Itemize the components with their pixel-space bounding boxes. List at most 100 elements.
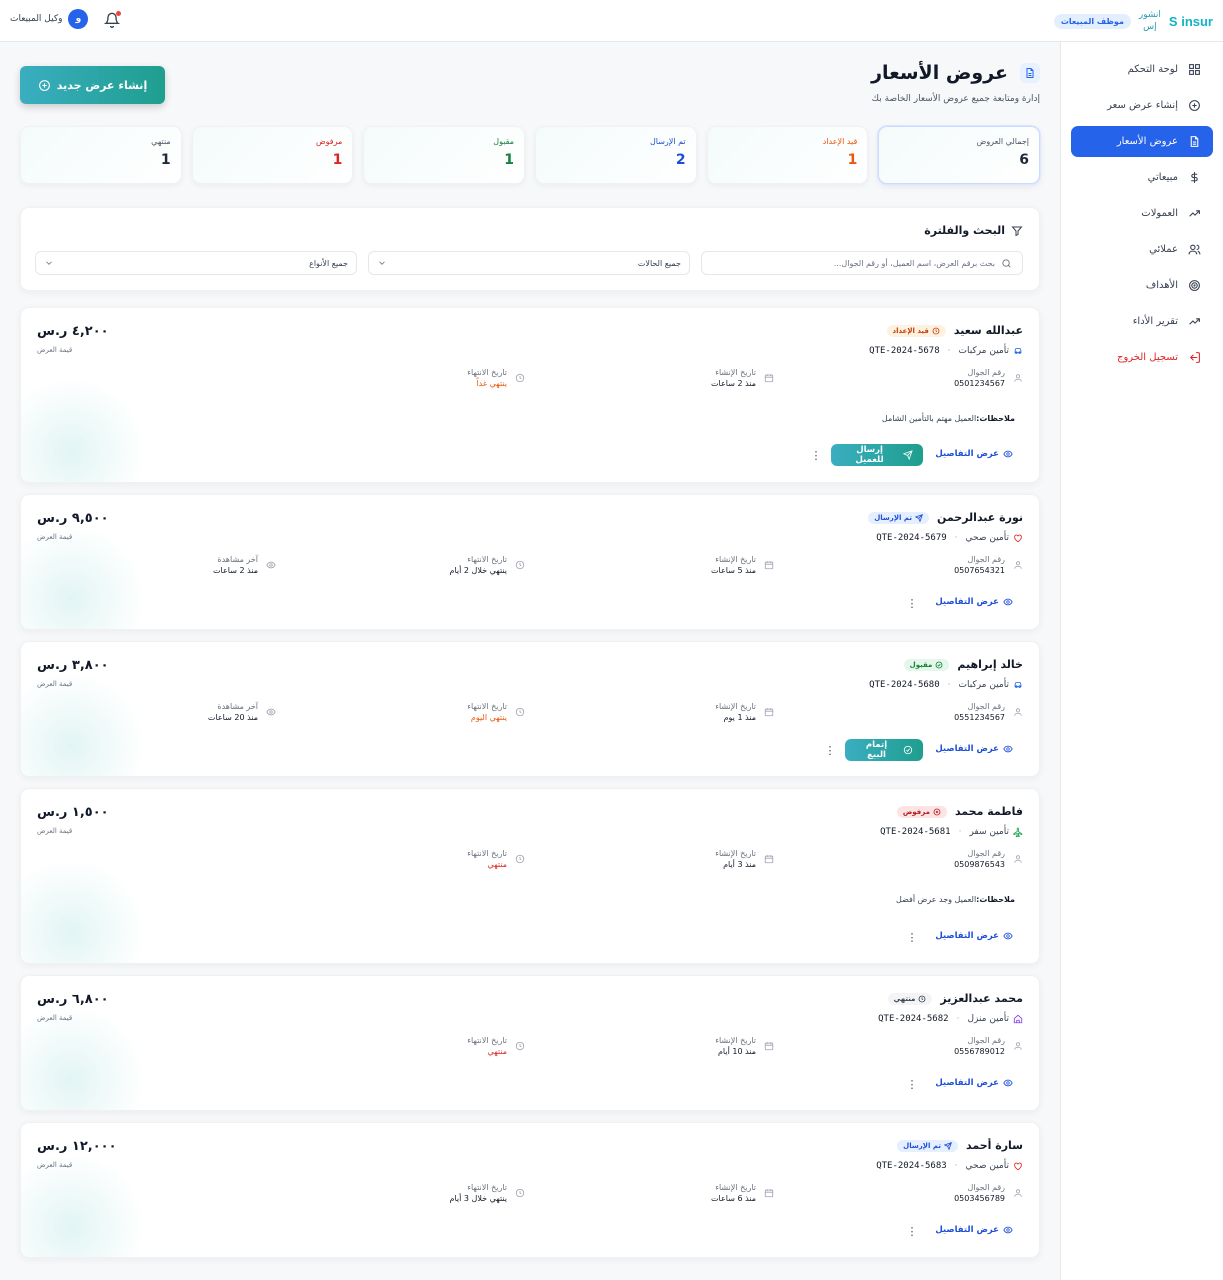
sidebar-item-clients[interactable]: عملائي <box>1071 234 1213 265</box>
quote-number: QTE-2024-5679 <box>876 533 947 543</box>
search-input[interactable]: بحث برقم العرض، اسم العميل، أو رقم الجوا… <box>701 251 1023 275</box>
sidebar-item-label: الأهداف <box>1145 280 1178 291</box>
sidebar-item-quotes[interactable]: عروض الأسعار <box>1071 126 1213 157</box>
calendar-icon <box>764 1042 774 1051</box>
view-details-button[interactable]: عرض التفاصيل <box>935 449 1013 459</box>
page-header: عروض الأسعار <box>871 62 1040 84</box>
viewed-label: آخر مشاهدة <box>217 555 258 564</box>
main-content: عروض الأسعار إدارة ومتابعة جميع عروض الأ… <box>0 42 1060 1280</box>
expires-label: تاريخ الانتهاء <box>467 849 507 858</box>
quote-header: نورة عبدالرحمن تم الإرسال <box>868 511 1023 524</box>
stat-card-preparing[interactable]: قيد الإعداد 1 <box>706 126 869 184</box>
expires-value: منتهي <box>487 1047 507 1056</box>
sidebar-item-commissions[interactable]: العمولات <box>1071 198 1213 229</box>
amount-label: قيمة العرض <box>37 1014 73 1022</box>
send-to-client-button[interactable]: إرسال للعميل <box>831 444 923 466</box>
status-text: تم الإرسال <box>903 1141 941 1150</box>
notes-text: العميل مهتم بالتأمين الشامل <box>881 414 977 423</box>
stat-card-accepted[interactable]: مقبول 1 <box>363 126 525 184</box>
insurance-type-text: تأمين مركبات <box>958 346 1010 356</box>
view-details-button[interactable]: عرض التفاصيل <box>935 1225 1013 1235</box>
user-menu[interactable]: وكيل المبيعات و <box>10 9 89 29</box>
eye-icon <box>1003 450 1013 458</box>
more-options-button[interactable]: ⋮ <box>825 743 836 757</box>
expires-meta: تاريخ الانتهاء ينتهي خلال 3 أيام <box>449 1183 525 1203</box>
created-value: منذ 5 ساعات <box>711 566 756 575</box>
stat-card-expired[interactable]: منتهي 1 <box>19 126 182 184</box>
user-icon <box>1014 708 1022 716</box>
eye-icon <box>1003 1226 1013 1234</box>
type-select[interactable]: جميع الأنواع <box>35 251 357 275</box>
phone-label: رقم الجوال <box>967 849 1005 858</box>
document-icon <box>1020 63 1040 83</box>
view-details-button[interactable]: عرض التفاصيل <box>935 931 1013 941</box>
created-label: تاريخ الإنشاء <box>715 702 756 711</box>
phone-value: 0501234567 <box>954 379 1005 388</box>
dashboard-icon <box>1189 64 1200 75</box>
phone-meta: رقم الجوال 0509876543 <box>954 849 1023 869</box>
check-circle-icon <box>935 661 943 668</box>
calendar-icon <box>764 1189 774 1198</box>
more-options-button[interactable]: ⋮ <box>811 448 822 462</box>
more-options-button[interactable]: ⋮ <box>907 1077 918 1091</box>
complete-sale-button[interactable]: إتمام البيع <box>845 739 923 761</box>
expires-label: تاريخ الانتهاء <box>467 555 507 564</box>
trend-icon <box>1189 210 1200 217</box>
created-value: منذ 1 يوم <box>723 713 756 722</box>
more-options-button[interactable]: ⋮ <box>907 596 918 610</box>
quote-header: سارة أحمد تم الإرسال <box>897 1139 1023 1152</box>
create-quote-button[interactable]: إنشاء عرض جديد <box>20 66 165 104</box>
sidebar-item-dashboard[interactable]: لوحة التحكم <box>1071 54 1213 85</box>
view-details-button[interactable]: عرض التفاصيل <box>935 744 1013 754</box>
sidebar-item-performance[interactable]: تقرير الأداء <box>1071 306 1213 337</box>
insurance-type: تأمين مركبات <box>959 346 1024 356</box>
users-icon <box>1188 244 1201 255</box>
stat-label: منتهي <box>151 137 171 146</box>
brand-ar-line1: انشور <box>1138 10 1161 20</box>
phone-value: 0509876543 <box>954 860 1005 869</box>
car-icon <box>1014 348 1022 354</box>
stat-card-rejected[interactable]: مرفوض 1 <box>191 126 354 184</box>
separator-dot: · <box>956 1014 960 1024</box>
chevron-down-icon <box>379 261 385 265</box>
status-badge: قيد الإعداد <box>886 324 946 337</box>
stat-label: إجمالي العروض <box>976 137 1029 146</box>
top-bar: S insur انشور إس موظف المبيعات وكيل المبي… <box>0 0 1223 42</box>
amount-label: قيمة العرض <box>37 346 73 354</box>
amount-label: قيمة العرض <box>37 533 73 541</box>
stats-row: إجمالي العروض 6 قيد الإعداد 1 تم الإرسال… <box>19 126 1040 184</box>
stat-label: قيد الإعداد <box>822 137 858 146</box>
send-icon <box>943 1141 952 1150</box>
expires-value: ينتهي خلال 3 أيام <box>449 1194 507 1203</box>
sidebar: لوحة التحكم إنشاء عرض سعر عروض الأسعار م… <box>1060 42 1223 1280</box>
created-value: منذ 3 أيام <box>723 860 756 869</box>
stat-card-total[interactable]: إجمالي العروض 6 <box>878 126 1040 184</box>
brand-logo[interactable]: S insur انشور إس موظف المبيعات <box>1053 6 1213 36</box>
heart-icon <box>1014 534 1022 543</box>
sidebar-item-sales[interactable]: مبيعاتي <box>1071 162 1213 193</box>
stat-value: 2 <box>675 152 686 168</box>
clock-icon <box>932 327 940 334</box>
sidebar-item-goals[interactable]: الأهداف <box>1071 270 1213 301</box>
viewed-value: منذ 2 ساعات <box>213 566 258 575</box>
calendar-icon <box>764 855 774 864</box>
notes-label: ملاحظات: <box>976 414 1015 423</box>
insurance-type-text: تأمين سفر <box>969 827 1009 837</box>
insurance-type: تأمين سفر <box>969 827 1023 837</box>
view-details-label: عرض التفاصيل <box>935 931 999 941</box>
quote-header: محمد عبدالعزيز منتهي <box>887 992 1023 1005</box>
view-details-button[interactable]: عرض التفاصيل <box>935 1078 1013 1088</box>
status-select[interactable]: جميع الحالات <box>368 251 690 275</box>
amount-label: قيمة العرض <box>37 680 73 688</box>
sidebar-item-create-quote[interactable]: إنشاء عرض سعر <box>1071 90 1213 121</box>
more-options-button[interactable]: ⋮ <box>907 930 918 944</box>
phone-value: 0551234567 <box>954 713 1005 722</box>
quote-subline: تأمين مركبات · QTE-2024-5680 <box>869 680 1023 690</box>
more-options-button[interactable]: ⋮ <box>907 1224 918 1238</box>
status-text: تم الإرسال <box>874 513 912 522</box>
separator-dot: · <box>954 1161 958 1171</box>
created-value: منذ 2 ساعات <box>711 379 756 388</box>
sidebar-item-logout[interactable]: تسجيل الخروج <box>1071 342 1213 373</box>
stat-card-sent[interactable]: تم الإرسال 2 <box>534 126 697 184</box>
view-details-button[interactable]: عرض التفاصيل <box>935 597 1013 607</box>
